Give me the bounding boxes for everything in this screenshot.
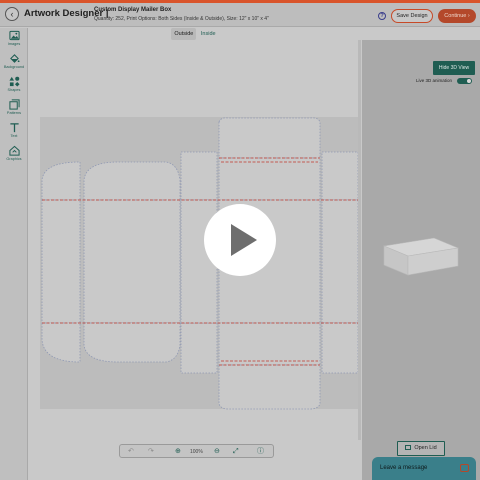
right-tuck-bottom [321,322,359,374]
bottom-flap [218,364,321,410]
zoom-out-icon[interactable]: ⊖ [214,447,220,457]
design-canvas[interactable] [28,40,362,440]
tool-label: Shapes [7,88,21,92]
save-design-button[interactable]: Save Design [391,9,433,23]
top-flap [218,117,321,159]
live-3d-animation-toggle[interactable] [457,78,472,84]
tool-label: Images [7,42,21,46]
tuck-bottom [180,322,218,374]
chat-label: Leave a message [380,465,428,471]
image-icon [8,30,20,41]
live-3d-animation-label: Live 3D animation [416,78,453,83]
front-top-flap [83,161,181,201]
box-icon [405,445,412,450]
zoom-toolbar: ↶ ↷ ⊕ 100% ⊖ ⤢ ⓘ [119,444,274,458]
box-dieline [40,117,359,410]
shapes-icon [8,76,20,87]
open-lid-label: Open Lid [414,445,437,451]
pattern-icon [8,99,20,110]
base-front [218,322,321,366]
product-details: Quantity: 252, Print Options: Both Sides… [94,16,269,22]
chat-bubble-icon [460,464,469,472]
redo-icon[interactable]: ↷ [148,447,154,457]
zoom-level: 100% [190,449,203,455]
tuck-top [180,151,218,201]
video-play-button[interactable] [204,204,276,276]
fit-screen-icon[interactable]: ⤢ [233,447,239,457]
tool-label: Background [3,65,25,69]
tool-patterns[interactable]: Patterns [0,99,28,115]
paint-bucket-icon [9,54,20,63]
info-icon[interactable]: ⓘ [257,447,264,457]
graphics-icon [8,145,20,156]
continue-button[interactable]: Continue › [438,9,476,23]
tool-sidebar: Images Background Shapes Patterns Text G… [0,28,28,480]
tool-images[interactable]: Images [0,30,28,46]
right-tuck-top [321,151,359,201]
tool-label: Text [10,134,18,138]
tab-outside[interactable]: Outside [171,28,197,40]
tool-background[interactable]: Background [0,53,28,69]
tool-shapes[interactable]: Shapes [0,76,28,92]
product-name: Custom Display Mailer Box [94,7,172,13]
back-button[interactable]: ‹ [5,7,19,21]
front-bottom-flap [83,322,181,363]
header-bar: ‹ Artwork Designer | Custom Display Mail… [0,3,480,27]
right-side-panel [321,199,359,324]
zoom-in-icon[interactable]: ⊕ [175,447,181,457]
back-icon: ‹ [10,9,14,19]
tool-text[interactable]: Text [0,122,28,138]
help-icon[interactable]: ? [378,12,386,20]
chat-widget[interactable]: Leave a message [372,457,476,480]
left-side-panel [41,199,81,324]
tool-label: Graphics [6,157,22,161]
lid-front [218,157,321,201]
hide-3d-view-button[interactable]: Hide 3D View [433,61,475,75]
view-toggle: Outside Inside [28,28,362,40]
text-icon [9,123,19,133]
canvas-scrollbar[interactable] [358,40,361,440]
open-lid-button[interactable]: Open Lid [397,441,445,456]
box-3d-model [382,237,460,276]
tool-label: Patterns [6,111,22,115]
tab-inside[interactable]: Inside [198,28,219,40]
3d-preview-panel [362,40,480,480]
tool-graphics[interactable]: Graphics [0,145,28,161]
undo-icon[interactable]: ↶ [128,447,134,457]
front-panel [83,199,181,324]
